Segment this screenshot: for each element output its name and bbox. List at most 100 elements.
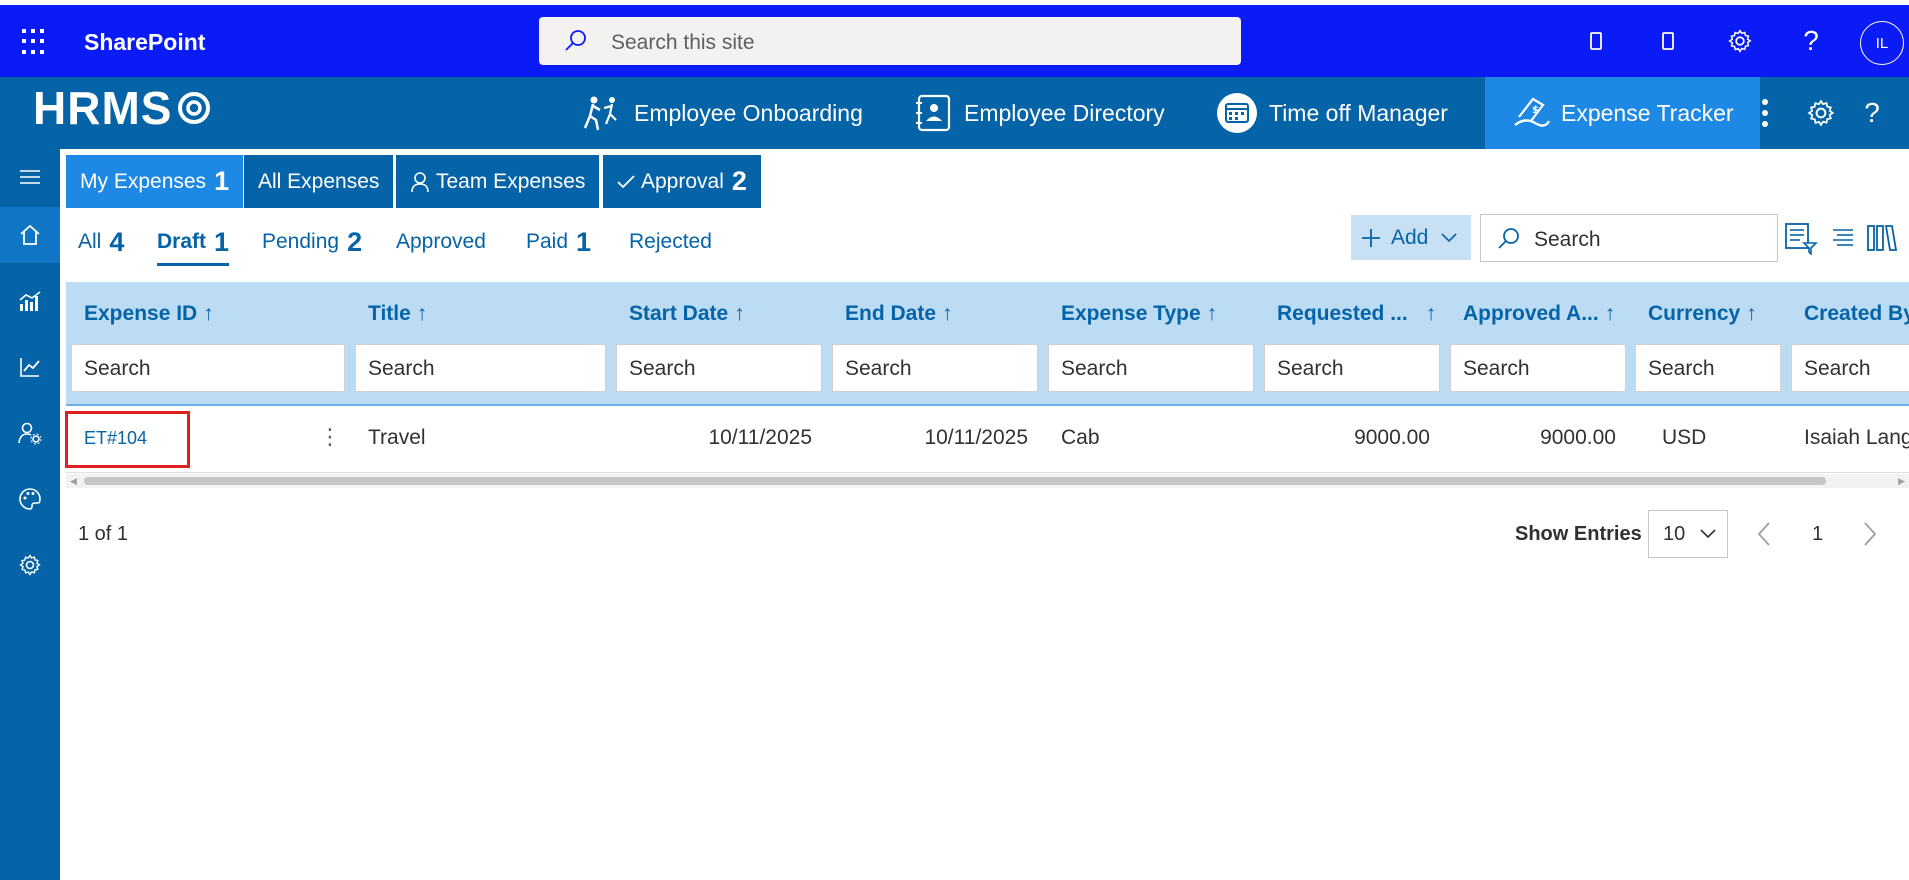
app-help-icon[interactable]: ? (1854, 95, 1890, 131)
menu-icon[interactable] (0, 149, 60, 205)
row-more-icon[interactable]: ⋮ (318, 424, 342, 452)
tab-label: Team Expenses (436, 169, 586, 193)
palette-icon[interactable] (0, 471, 60, 527)
nav-employee-onboarding[interactable]: Employee Onboarding (582, 77, 863, 149)
filter-end-date[interactable]: Search (832, 344, 1038, 392)
checkmark-icon (617, 174, 635, 188)
chevron-down-icon (1700, 529, 1716, 539)
app-launcher-icon[interactable] (22, 29, 48, 55)
column-header-title[interactable]: Title ↑ (368, 302, 427, 326)
filter-list-icon[interactable] (1782, 219, 1820, 257)
current-page[interactable]: 1 (1812, 523, 1823, 546)
subtab-all[interactable]: All 4 (78, 222, 124, 262)
cell-end-date: 10/11/2025 (924, 426, 1028, 449)
phone-icon[interactable] (1578, 23, 1614, 59)
scroll-left-icon[interactable]: ◀ (70, 476, 77, 487)
tab-team-expenses[interactable]: Team Expenses (396, 155, 600, 208)
help-icon[interactable]: ? (1793, 23, 1829, 59)
logo-text: HRMS (33, 82, 173, 134)
column-label: Approved A... (1463, 302, 1599, 325)
onboarding-icon (583, 96, 617, 131)
tablet-icon[interactable] (1650, 23, 1686, 59)
subtab-rejected[interactable]: Rejected (629, 222, 712, 262)
sort-arrow-icon: ↑ (1206, 302, 1218, 325)
column-header-approved-amount[interactable]: Approved A... ↑ (1463, 302, 1615, 326)
column-label: Created By (1804, 302, 1909, 325)
sort-arrow-icon: ↑ (1425, 302, 1437, 325)
settings-gear-icon[interactable] (1722, 23, 1758, 59)
horizontal-scrollbar[interactable]: ◀ ▶ (66, 474, 1909, 488)
filter-requested-amount[interactable]: Search (1264, 344, 1440, 392)
filter-expense-id[interactable]: Search (71, 344, 345, 392)
site-search-input[interactable]: Search this site (539, 17, 1241, 65)
grid-search-input[interactable]: Search (1480, 214, 1778, 262)
subtab-draft[interactable]: Draft 1 (157, 222, 230, 266)
tab-my-expenses[interactable]: My Expenses 1 (66, 155, 244, 208)
chart-icon[interactable] (0, 339, 60, 395)
page-info: 1 of 1 (78, 523, 129, 545)
column-label: Currency (1648, 302, 1741, 325)
sort-arrow-icon: ↑ (942, 302, 953, 325)
column-header-end-date[interactable]: End Date ↑ (845, 302, 953, 326)
more-vertical-icon[interactable] (1747, 95, 1783, 131)
column-label: Requested ... (1277, 302, 1408, 325)
previous-page-icon[interactable] (1757, 521, 1771, 547)
filter-start-date[interactable]: Search (616, 344, 822, 392)
cell-start-date: 10/11/2025 (708, 426, 812, 449)
app-settings-icon[interactable] (1803, 95, 1839, 131)
sharepoint-title[interactable]: SharePoint (84, 29, 205, 56)
scrollbar-thumb[interactable] (84, 477, 1826, 485)
nav-time-off-manager[interactable]: Time off Manager (1215, 77, 1448, 149)
scroll-right-icon[interactable]: ▶ (1898, 476, 1905, 487)
cell-requested-amount: 9000.00 (1354, 426, 1430, 449)
search-icon (1498, 228, 1519, 249)
filter-title[interactable]: Search (355, 344, 606, 392)
cell-approved-amount: 9000.00 (1540, 426, 1616, 449)
filter-expense-type[interactable]: Search (1048, 344, 1254, 392)
registered-icon (178, 92, 211, 124)
subtab-pending[interactable]: Pending 2 (262, 222, 362, 262)
expense-icon: $ (1514, 97, 1551, 127)
user-settings-icon[interactable] (0, 405, 60, 461)
column-header-start-date[interactable]: Start Date ↑ (629, 302, 745, 326)
filter-created-by[interactable]: Search (1791, 344, 1909, 392)
left-rail (0, 149, 60, 880)
avatar[interactable]: IL (1860, 21, 1904, 65)
sort-arrow-icon: ↑ (416, 302, 428, 325)
grid-header: Expense ID ↑ Title ↑ Start Date ↑ End Date ↑… (66, 282, 1909, 405)
row-divider (66, 472, 1909, 473)
home-icon[interactable] (0, 207, 60, 263)
column-header-expense-id[interactable]: Expense ID ↑ (84, 302, 214, 326)
column-label: Expense Type (1061, 302, 1201, 325)
nav-expense-tracker[interactable]: $ Expense Tracker (1485, 77, 1760, 149)
nav-label: Employee Directory (964, 99, 1165, 126)
tab-label: All Expenses (258, 169, 380, 193)
subtab-approved[interactable]: Approved (396, 222, 486, 262)
filter-approved-amount[interactable]: Search (1450, 344, 1626, 392)
nav-employee-directory[interactable]: Employee Directory (914, 77, 1165, 149)
subtab-paid[interactable]: Paid 1 (526, 222, 591, 262)
next-page-icon[interactable] (1863, 521, 1877, 547)
entries-value: 10 (1663, 523, 1686, 545)
table-row: ET#104 ⋮ Travel 10/11/2025 10/11/2025 Ca… (66, 406, 1909, 472)
filter-currency[interactable]: Search (1635, 344, 1781, 392)
column-header-requested-amount[interactable]: Requested ... ↑ (1277, 302, 1436, 326)
subtab-label: All (78, 230, 102, 253)
svg-text:$: $ (1532, 105, 1539, 116)
column-chooser-icon[interactable] (1863, 219, 1901, 257)
entries-select[interactable]: 10 (1648, 510, 1728, 558)
tab-count: 1 (214, 166, 230, 196)
align-text-icon[interactable] (1824, 219, 1862, 257)
column-header-currency[interactable]: Currency ↑ (1648, 302, 1757, 326)
gear-icon[interactable] (0, 537, 60, 593)
tab-approval[interactable]: Approval 2 (603, 155, 761, 208)
plus-icon (1362, 228, 1380, 247)
column-header-expense-type[interactable]: Expense Type ↑ (1061, 302, 1217, 326)
person-icon (411, 171, 429, 192)
column-label: Title (368, 302, 411, 325)
column-header-created-by[interactable]: Created By (1804, 302, 1909, 326)
add-button[interactable]: Add (1351, 215, 1471, 260)
analytics-icon[interactable] (0, 273, 60, 329)
tab-all-expenses[interactable]: All Expenses (244, 155, 394, 208)
hrms-logo[interactable]: HRMS (33, 81, 212, 135)
